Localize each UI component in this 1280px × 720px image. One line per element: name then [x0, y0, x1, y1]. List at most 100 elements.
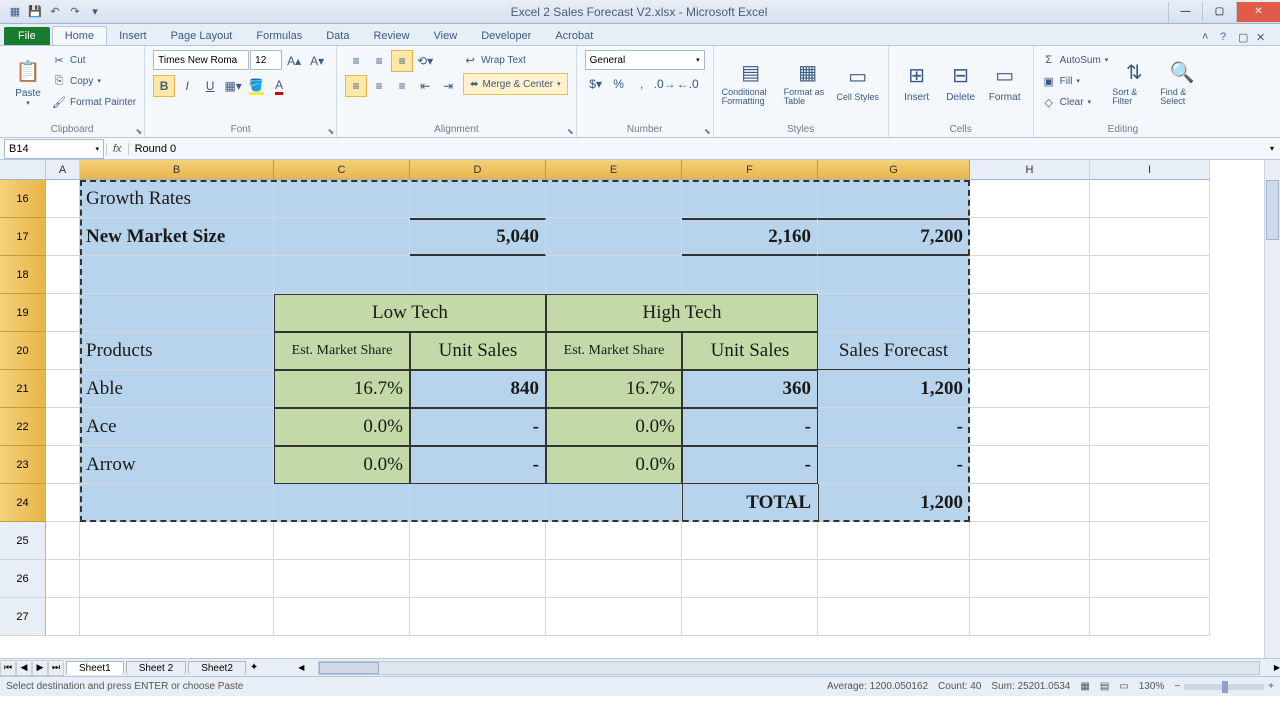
copy-button[interactable]: ⎘Copy ▾: [52, 71, 136, 91]
cell-A17[interactable]: [46, 218, 80, 256]
align-center-icon[interactable]: ≡: [368, 75, 390, 97]
cell-C24[interactable]: [274, 484, 410, 522]
spreadsheet-grid[interactable]: ABCDEFGHI 161718192021222324252627 Growt…: [0, 160, 1280, 658]
cell-C18[interactable]: [274, 256, 410, 294]
number-dialog-icon[interactable]: ⬊: [704, 127, 711, 136]
cell-B19[interactable]: [80, 294, 274, 332]
zoom-slider[interactable]: − +: [1174, 681, 1274, 692]
cell-C16[interactable]: [274, 180, 410, 218]
new-sheet-icon[interactable]: ✦: [250, 662, 258, 673]
tab-home[interactable]: Home: [52, 26, 107, 45]
number-format-combo[interactable]: General▾: [585, 50, 705, 70]
cut-button[interactable]: ✂Cut: [52, 50, 136, 70]
minimize-button[interactable]: —: [1168, 2, 1202, 22]
increase-indent-icon[interactable]: ⇥: [437, 75, 459, 97]
cell-C25[interactable]: [274, 522, 410, 560]
cell-I25[interactable]: [1090, 522, 1210, 560]
border-button[interactable]: ▦▾: [222, 75, 244, 97]
cell-H22[interactable]: [970, 408, 1090, 446]
cell-I17[interactable]: [1090, 218, 1210, 256]
cell-B25[interactable]: [80, 522, 274, 560]
align-left-icon[interactable]: ≡: [345, 75, 367, 97]
cell-F16[interactable]: [682, 180, 818, 218]
row-header-16[interactable]: 16: [0, 180, 46, 218]
cell-H20[interactable]: [970, 332, 1090, 370]
excel-icon[interactable]: ▦: [6, 3, 24, 21]
sheet-nav-prev-icon[interactable]: ◀: [16, 660, 32, 676]
paste-button[interactable]: 📋 Paste ▾: [8, 50, 48, 114]
sort-filter-button[interactable]: ⇅Sort & Filter: [1112, 50, 1156, 114]
help-icon[interactable]: ?: [1220, 31, 1234, 45]
minimize-ribbon-icon[interactable]: ˄: [1202, 31, 1216, 45]
font-size-combo[interactable]: 12: [250, 50, 282, 70]
cell-D27[interactable]: [410, 598, 546, 636]
cell-e20[interactable]: Est. Market Share: [546, 332, 682, 370]
cell-c23[interactable]: 0.0%: [274, 446, 410, 484]
decrease-indent-icon[interactable]: ⇤: [414, 75, 436, 97]
delete-cells-button[interactable]: ⊟Delete: [941, 50, 981, 114]
cell-G18[interactable]: [818, 256, 970, 294]
increase-font-icon[interactable]: A▴: [283, 50, 305, 72]
row-header-25[interactable]: 25: [0, 522, 46, 560]
cell-g17[interactable]: 7,200: [818, 218, 970, 256]
cell-I16[interactable]: [1090, 180, 1210, 218]
tab-page-layout[interactable]: Page Layout: [159, 27, 245, 45]
cell-E27[interactable]: [546, 598, 682, 636]
cell-C27[interactable]: [274, 598, 410, 636]
cell-A23[interactable]: [46, 446, 80, 484]
row-header-18[interactable]: 18: [0, 256, 46, 294]
cell-f17[interactable]: 2,160: [682, 218, 818, 256]
cell-A22[interactable]: [46, 408, 80, 446]
row-header-19[interactable]: 19: [0, 294, 46, 332]
fx-icon[interactable]: fx: [106, 143, 129, 155]
cell-E17[interactable]: [546, 218, 682, 256]
cell-D16[interactable]: [410, 180, 546, 218]
cell-d20[interactable]: Unit Sales: [410, 332, 546, 370]
vscroll-thumb[interactable]: [1266, 180, 1279, 240]
tab-review[interactable]: Review: [361, 27, 421, 45]
tab-insert[interactable]: Insert: [107, 27, 159, 45]
cell-e21[interactable]: 16.7%: [546, 370, 682, 408]
cell-H17[interactable]: [970, 218, 1090, 256]
cell-F18[interactable]: [682, 256, 818, 294]
cell-D18[interactable]: [410, 256, 546, 294]
cell-G16[interactable]: [818, 180, 970, 218]
zoom-out-icon[interactable]: −: [1174, 681, 1180, 692]
cell-H27[interactable]: [970, 598, 1090, 636]
cell-b21[interactable]: Able: [80, 370, 274, 408]
cell-H18[interactable]: [970, 256, 1090, 294]
cell-D25[interactable]: [410, 522, 546, 560]
cell-C17[interactable]: [274, 218, 410, 256]
horizontal-scrollbar[interactable]: ◀ ▶: [298, 660, 1280, 676]
cell-B18[interactable]: [80, 256, 274, 294]
cell-F25[interactable]: [682, 522, 818, 560]
cell-f20[interactable]: Unit Sales: [682, 332, 818, 370]
tab-file[interactable]: File: [4, 27, 50, 45]
maximize-button[interactable]: ▢: [1202, 2, 1236, 22]
cell-b23[interactable]: Arrow: [80, 446, 274, 484]
cell-B27[interactable]: [80, 598, 274, 636]
cell-I21[interactable]: [1090, 370, 1210, 408]
cell-d17[interactable]: 5,040: [410, 218, 546, 256]
cell-G19[interactable]: [818, 294, 970, 332]
tab-acrobat[interactable]: Acrobat: [543, 27, 605, 45]
sheet-tab-2[interactable]: Sheet 2: [126, 661, 186, 675]
clear-button[interactable]: ◇Clear▾: [1042, 92, 1109, 112]
col-header-C[interactable]: C: [274, 160, 410, 180]
cell-D24[interactable]: [410, 484, 546, 522]
cell-I22[interactable]: [1090, 408, 1210, 446]
merge-center-button[interactable]: ⬌Merge & Center▾: [463, 73, 568, 95]
cell-g23[interactable]: -: [818, 446, 970, 484]
align-top-icon[interactable]: ≡: [345, 50, 367, 72]
formula-input[interactable]: Round 0: [135, 143, 177, 155]
cell-G26[interactable]: [818, 560, 970, 598]
save-icon[interactable]: 💾: [26, 3, 44, 21]
cell-products-header[interactable]: Products: [80, 332, 274, 370]
sheet-nav-next-icon[interactable]: ▶: [32, 660, 48, 676]
cell-g20[interactable]: Sales Forecast: [818, 332, 970, 370]
cell-H24[interactable]: [970, 484, 1090, 522]
cell-A21[interactable]: [46, 370, 80, 408]
cell-total-label[interactable]: TOTAL: [682, 484, 818, 522]
cell-G27[interactable]: [818, 598, 970, 636]
window-restore-icon[interactable]: ▢: [1238, 31, 1252, 45]
